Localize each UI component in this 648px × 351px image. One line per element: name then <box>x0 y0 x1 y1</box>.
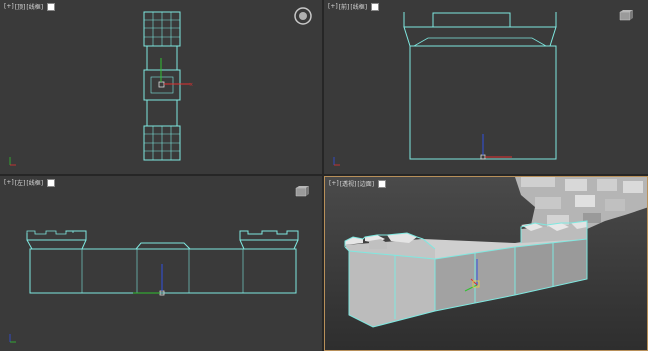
viewport-left[interactable]: [+] [左] [线框] <box>0 176 322 351</box>
left-view-canvas <box>9 186 309 343</box>
top-view-canvas: × <box>9 7 312 166</box>
viewcube-icon[interactable] <box>295 186 309 197</box>
viewport-top[interactable]: [+] [顶] [线框] × <box>0 0 322 174</box>
gizmo-icon[interactable] <box>480 134 512 160</box>
gizmo-icon[interactable] <box>133 264 165 296</box>
viewport-front[interactable]: [+] [前] [线框] <box>324 0 648 174</box>
svg-text:×: × <box>189 82 193 88</box>
perspective-view-canvas <box>344 177 647 328</box>
viewcube-icon[interactable] <box>619 10 633 21</box>
nav-orbit-icon[interactable] <box>294 7 312 25</box>
gizmo-icon[interactable]: × <box>158 58 193 88</box>
viewport-perspective[interactable]: [+] [透视] [边面] <box>324 176 648 351</box>
front-view-canvas <box>333 10 633 166</box>
viewport-grid: [+] [顶] [线框] × [+] [前] [线框] [+] [左] [线框]… <box>0 0 648 351</box>
